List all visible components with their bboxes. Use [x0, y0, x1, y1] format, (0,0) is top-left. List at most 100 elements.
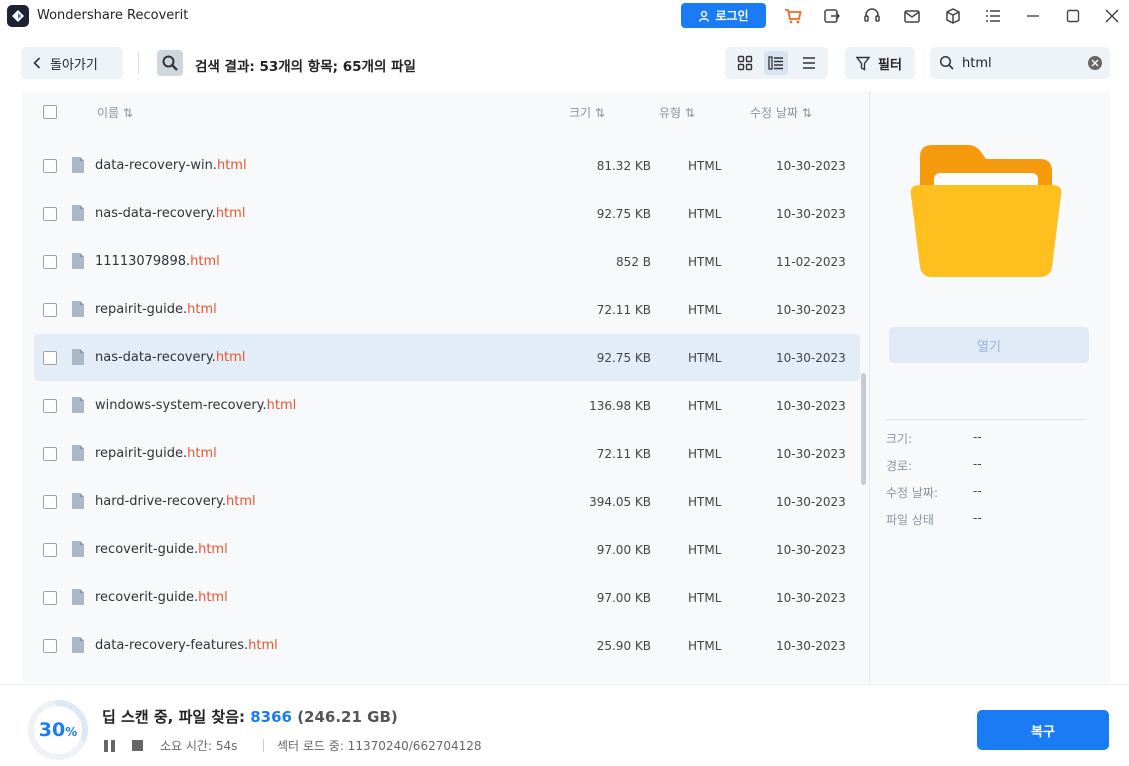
file-date: 10-30-2023 [776, 399, 846, 413]
table-row[interactable]: data-recovery-features.html 25.90 KB HTML 1… [34, 622, 860, 669]
list-view-button[interactable] [797, 51, 821, 75]
file-size: 852 B [616, 255, 651, 269]
file-date: 10-30-2023 [776, 495, 846, 509]
file-icon [72, 493, 84, 509]
table-row[interactable]: hard-drive-recovery.html 394.05 KB HTML 10-… [34, 478, 860, 525]
table-row[interactable]: repairit-guide.html 72.11 KB HTML 10-30-202… [34, 430, 860, 477]
table-row[interactable]: windows-system-recovery.html 136.98 KB HTM… [34, 382, 860, 429]
row-checkbox[interactable] [43, 351, 57, 365]
box-icon[interactable] [941, 4, 965, 28]
found-size: (246.21 GB) [291, 708, 398, 726]
folder-icon [910, 145, 1062, 277]
minimize-icon[interactable] [1021, 4, 1045, 28]
property-label: 수정 날짜: [886, 486, 939, 500]
row-checkbox[interactable] [43, 495, 57, 509]
file-type: HTML [688, 591, 722, 605]
sector-progress: 섹터 로드 중: 11370240/662704128 [277, 739, 482, 753]
file-size: 92.75 KB [596, 351, 651, 365]
header-date[interactable]: 수정 날짜 ⇅ [750, 104, 812, 121]
row-checkbox[interactable] [43, 303, 57, 317]
menu-icon[interactable] [981, 4, 1005, 28]
file-type: HTML [688, 447, 722, 461]
file-date: 10-30-2023 [776, 303, 846, 317]
detail-list-icon [768, 56, 783, 70]
header-size[interactable]: 크기 ⇅ [569, 104, 605, 121]
property-label: 파일 상태 [886, 513, 934, 527]
filter-icon [856, 56, 870, 71]
row-checkbox[interactable] [43, 207, 57, 221]
file-icon [72, 349, 84, 365]
select-all-checkbox[interactable] [43, 105, 57, 119]
list-icon [803, 57, 815, 69]
preview-panel: 열기 크기: -- 경로: -- 수정 날짜: -- 파일 상태 -- [869, 91, 1110, 683]
close-icon[interactable] [1100, 4, 1124, 28]
stop-icon[interactable] [132, 740, 143, 751]
row-checkbox[interactable] [43, 399, 57, 413]
row-checkbox[interactable] [43, 591, 57, 605]
filter-button[interactable]: 필터 [845, 47, 915, 79]
elapsed-time: 소요 시간: 54s [160, 739, 238, 753]
search-input[interactable] [962, 53, 1082, 73]
table-row[interactable]: nas-data-recovery.html 92.75 KB HTML 10-30-… [34, 334, 860, 381]
open-button[interactable]: 열기 [889, 327, 1089, 363]
file-icon [72, 301, 84, 317]
file-icon [72, 205, 84, 221]
search-icon [939, 55, 954, 70]
file-type: HTML [688, 351, 722, 365]
list-header: 이름 ⇅ 크기 ⇅ 유형 ⇅ 수정 날짜 ⇅ [22, 91, 869, 133]
mail-icon[interactable] [900, 4, 924, 28]
back-button[interactable]: 돌아가기 [21, 47, 123, 79]
file-date: 10-30-2023 [776, 351, 846, 365]
file-icon [72, 541, 84, 557]
recover-button[interactable]: 복구 [977, 710, 1109, 750]
clear-search-icon[interactable] [1088, 56, 1102, 70]
search-box [930, 47, 1110, 79]
table-row[interactable]: recoverit-guide.html 97.00 KB HTML 10-30-20… [34, 574, 860, 621]
file-name: hard-drive-recovery.html [95, 494, 256, 509]
filter-label: 필터 [878, 57, 902, 73]
file-icon [72, 397, 84, 413]
file-type: HTML [688, 303, 722, 317]
status-divider [263, 739, 264, 752]
file-type: HTML [688, 255, 722, 269]
search-result-summary: 검색 결과: 53개의 항목; 65개의 파일 [195, 59, 416, 75]
pause-icon[interactable] [104, 740, 116, 752]
file-name: repairit-guide.html [95, 446, 217, 461]
search-result-icon [157, 50, 183, 76]
detail-view-button[interactable] [764, 51, 788, 75]
file-type: HTML [688, 207, 722, 221]
table-row[interactable]: recoverit-guide.html 97.00 KB HTML 10-30-20… [34, 526, 860, 573]
table-row[interactable]: repairit-guide.html 72.11 KB HTML 10-30-202… [34, 286, 860, 333]
file-icon [72, 589, 84, 605]
file-date: 10-30-2023 [776, 159, 846, 173]
file-icon [72, 445, 84, 461]
header-type[interactable]: 유형 ⇅ [659, 104, 695, 121]
maximize-icon[interactable] [1061, 4, 1085, 28]
view-mode-group [725, 47, 828, 79]
app-title: Wondershare Recoverit [37, 8, 189, 23]
login-button[interactable]: 로그인 [681, 3, 766, 28]
row-checkbox[interactable] [43, 159, 57, 173]
table-row[interactable]: 11113079898.html 852 B HTML 11-02-2023 [34, 238, 860, 285]
row-checkbox[interactable] [43, 255, 57, 269]
row-checkbox[interactable] [43, 639, 57, 653]
table-row[interactable]: data-recovery-win.html 81.32 KB HTML 10-30-… [34, 142, 860, 189]
grid-view-button[interactable] [733, 51, 757, 75]
row-checkbox[interactable] [43, 543, 57, 557]
list-scrollbar[interactable] [861, 373, 866, 485]
file-list-panel: 이름 ⇅ 크기 ⇅ 유형 ⇅ 수정 날짜 ⇅ data-recovery-win… [22, 91, 869, 683]
file-type: HTML [688, 159, 722, 173]
file-size: 81.32 KB [596, 159, 651, 173]
file-icon [72, 253, 84, 269]
headset-icon[interactable] [860, 4, 884, 28]
found-count: 8366 [250, 708, 292, 726]
sort-icon: ⇅ [122, 106, 133, 120]
table-row[interactable]: nas-data-recovery.html 92.75 KB HTML 10-30-… [34, 190, 860, 237]
file-icon [72, 157, 84, 173]
row-checkbox[interactable] [43, 447, 57, 461]
file-type: HTML [688, 639, 722, 653]
scan-status-bar: 30% 딥 스캔 중, 파일 찾음: 8366 (246.21 GB) 소요 시… [0, 684, 1129, 766]
cart-icon[interactable] [781, 4, 805, 28]
header-name[interactable]: 이름 ⇅ [97, 104, 133, 121]
export-icon[interactable] [820, 4, 844, 28]
